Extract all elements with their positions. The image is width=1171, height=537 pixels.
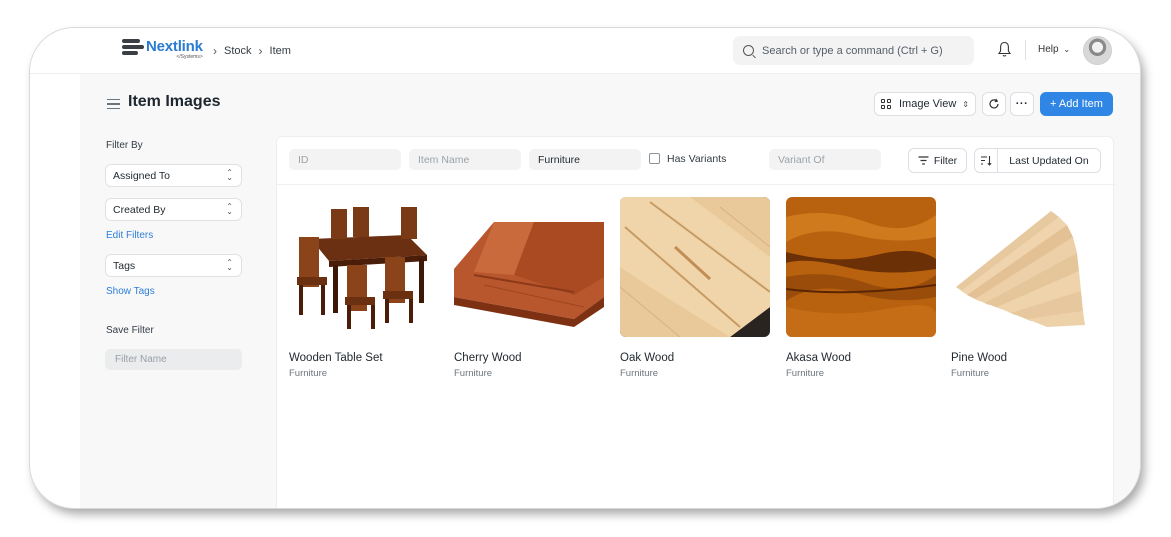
chevron-right-icon: › — [213, 44, 217, 58]
updown-caret-icon: ⌃ ⌄ — [226, 257, 233, 272]
tags-label: Tags — [113, 259, 136, 272]
item-category: Furniture — [951, 368, 990, 379]
item-category: Furniture — [786, 368, 825, 379]
search-placeholder: Search or type a command (Ctrl + G) — [762, 44, 943, 57]
tags-select[interactable]: Tags ⌃ ⌄ — [105, 254, 242, 277]
item-card-oak-wood[interactable]: Oak Wood Furniture — [620, 197, 770, 379]
cherry-wood-image — [454, 197, 604, 337]
page-title: Item Images — [128, 93, 221, 110]
filter-label: Filter — [933, 154, 958, 167]
item-category: Furniture — [620, 368, 659, 379]
save-filter-heading: Save Filter — [106, 325, 154, 336]
oak-wood-image — [620, 197, 770, 337]
help-dropdown[interactable]: Help ⌄ — [1038, 44, 1070, 55]
help-label: Help — [1038, 44, 1059, 55]
item-name-filter-input[interactable]: Item Name — [409, 149, 521, 170]
sort-label: Last Updated On — [1009, 154, 1089, 167]
brand-name: Nextlink — [146, 38, 203, 55]
view-switcher-button[interactable]: Image View ⇕ — [874, 92, 976, 116]
more-icon: ··· — [1015, 98, 1029, 110]
show-tags-link[interactable]: Show Tags — [106, 286, 155, 297]
id-filter-input[interactable]: ID — [289, 149, 401, 170]
item-group-filter-input[interactable]: Furniture — [529, 149, 641, 170]
search-input[interactable]: Search or type a command (Ctrl + G) — [733, 36, 974, 65]
image-view-panel: ID Item Name Furniture Has Variants Vari… — [276, 136, 1115, 508]
updown-caret-icon: ⌃ ⌄ — [226, 201, 233, 216]
filter-button[interactable]: Filter — [908, 148, 967, 173]
more-actions-button[interactable]: ··· — [1010, 92, 1034, 116]
brand-logo[interactable]: Nextlink </Systems> — [122, 39, 203, 60]
logo-icon — [122, 39, 144, 59]
view-label: Image View — [899, 98, 957, 110]
filter-by-heading: Filter By — [106, 140, 143, 151]
refresh-icon — [989, 98, 999, 109]
item-image[interactable] — [454, 197, 604, 337]
breadcrumb: › Stock › Item — [213, 44, 291, 58]
variant-of-filter-input[interactable]: Variant Of — [769, 149, 881, 170]
page-body: Item Images Image View ⇕ ··· + Add Item … — [80, 74, 1140, 508]
item-name[interactable]: Cherry Wood — [454, 352, 604, 364]
edit-filters-link[interactable]: Edit Filters — [106, 230, 153, 241]
sort-by-button[interactable]: Last Updated On — [997, 148, 1101, 173]
variant-of-placeholder: Variant Of — [778, 153, 825, 166]
app-window: Nextlink </Systems> › Stock › Item Searc… — [30, 28, 1140, 508]
item-card-akasa-wood[interactable]: Akasa Wood Furniture — [786, 197, 936, 379]
nav-divider — [1025, 40, 1026, 60]
id-placeholder: ID — [298, 153, 309, 166]
sort-order-button[interactable] — [974, 148, 998, 173]
sidebar-toggle-icon[interactable] — [107, 99, 120, 112]
item-card-cherry-wood[interactable]: Cherry Wood Furniture — [454, 197, 604, 379]
pine-wood-image — [951, 197, 1101, 337]
created-by-label: Created By — [113, 203, 166, 216]
list-filter-bar: ID Item Name Furniture Has Variants Vari… — [277, 137, 1115, 185]
assigned-to-select[interactable]: Assigned To ⌃ ⌄ — [105, 164, 242, 187]
item-name[interactable]: Oak Wood — [620, 352, 770, 364]
brand-subtitle: </Systems> — [176, 54, 203, 60]
assigned-to-label: Assigned To — [113, 169, 171, 182]
add-item-label: + Add Item — [1050, 98, 1103, 110]
item-name[interactable]: Akasa Wood — [786, 352, 936, 364]
item-name[interactable]: Wooden Table Set — [289, 352, 439, 364]
wooden-table-image — [289, 197, 439, 337]
item-name[interactable]: Pine Wood — [951, 352, 1101, 364]
item-group-value: Furniture — [538, 153, 581, 166]
created-by-select[interactable]: Created By ⌃ ⌄ — [105, 198, 242, 221]
bell-icon[interactable] — [998, 41, 1011, 58]
item-card-wooden-table-set[interactable]: Wooden Table Set Furniture — [289, 197, 439, 379]
filter-name-placeholder: Filter Name — [115, 354, 167, 365]
updown-caret-icon: ⌃ ⌄ — [226, 167, 233, 182]
refresh-button[interactable] — [982, 92, 1006, 116]
search-icon — [743, 45, 754, 56]
grid-icon — [881, 99, 891, 109]
breadcrumb-stock[interactable]: Stock — [224, 45, 252, 57]
item-image[interactable] — [951, 197, 1101, 337]
chevron-down-icon: ⌄ — [1063, 45, 1071, 54]
has-variants-label: Has Variants — [667, 153, 727, 165]
item-name-placeholder: Item Name — [418, 153, 470, 166]
item-category: Furniture — [454, 368, 493, 379]
filter-icon — [918, 156, 929, 165]
item-category: Furniture — [289, 368, 328, 379]
top-navbar: Nextlink </Systems> › Stock › Item Searc… — [30, 28, 1140, 74]
item-image[interactable] — [786, 197, 936, 337]
item-image[interactable] — [289, 197, 439, 337]
updown-caret-icon: ⇕ — [962, 99, 969, 109]
akasa-wood-image — [786, 197, 936, 337]
avatar[interactable] — [1083, 36, 1112, 65]
has-variants-checkbox[interactable] — [649, 153, 660, 164]
chevron-right-icon: › — [258, 44, 263, 58]
item-image[interactable] — [620, 197, 770, 337]
add-item-button[interactable]: + Add Item — [1040, 92, 1113, 116]
sort-descending-icon — [981, 156, 992, 166]
item-card-pine-wood[interactable]: Pine Wood Furniture — [951, 197, 1101, 379]
breadcrumb-item[interactable]: Item — [270, 45, 291, 57]
filter-name-input[interactable]: Filter Name — [105, 349, 242, 370]
